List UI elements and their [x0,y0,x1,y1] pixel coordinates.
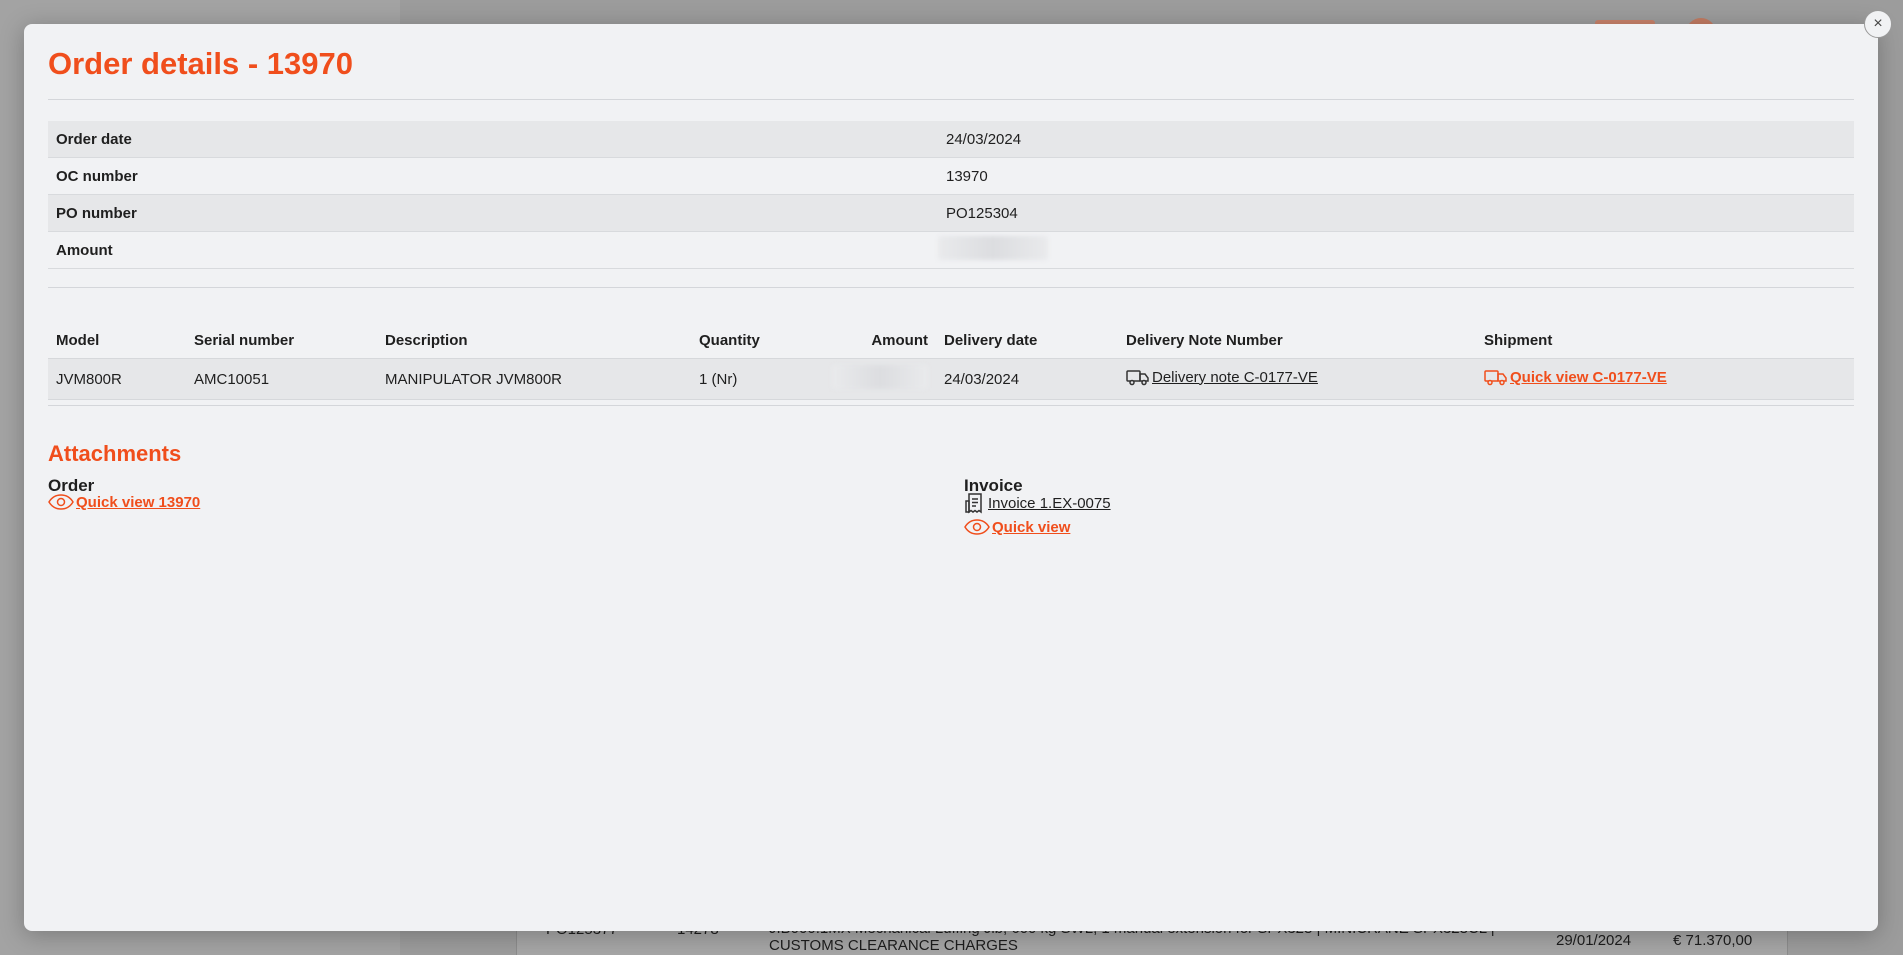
info-label: PO number [56,204,137,222]
info-row-po-number: PO number PO125304 [48,195,1854,232]
cell-model: JVM800R [56,370,122,388]
cell-amount-redacted [791,365,936,393]
cell-delivery-note: Delivery note C-0177-VE [1118,368,1476,390]
info-row-oc-number: OC number 13970 [48,158,1854,195]
eye-icon [964,518,990,536]
order-quick-view-link[interactable]: Quick view 13970 [48,493,200,511]
cell-shipment: Quick view C-0177-VE [1476,368,1854,390]
cell-description: MANIPULATOR JVM800R [385,370,562,388]
close-button[interactable]: × [1864,10,1892,38]
info-row-order-date: Order date 24/03/2024 [48,121,1854,158]
table-row: JVM800R AMC10051 MANIPULATOR JVM800R 1 (… [48,359,1854,400]
truck-icon [1126,368,1150,386]
cell-delivery-date: 24/03/2024 [944,370,1020,388]
background-row-date: 29/01/2024 [1556,932,1632,949]
column-header-delivery-note: Delivery Note Number [1126,331,1283,349]
truck-icon [1484,368,1508,386]
info-value-amount-redacted [938,236,1048,264]
order-info-table: Order date 24/03/2024 OC number 13970 PO… [48,121,1854,269]
divider [48,405,1854,406]
column-header-shipment: Shipment [1484,331,1553,349]
info-value: 24/03/2024 [946,130,1022,148]
order-details-modal: Order details - 13970 Order date 24/03/2… [24,24,1878,931]
delivery-note-label: Delivery note C-0177-VE [1152,368,1318,386]
invoice-link[interactable]: Invoice 1.EX-0075 [964,492,1111,514]
column-header-description: Description [385,331,468,349]
info-label: Amount [56,241,113,259]
invoice-link-label: Invoice 1.EX-0075 [988,494,1111,512]
background-row-amount: € 71.370,00 [1673,932,1753,949]
modal-title: Order details - 13970 [48,46,353,81]
items-header-row: Model Serial number Description Quantity… [48,322,1854,359]
invoice-quick-view-link[interactable]: Quick view [964,518,1070,536]
info-value: 13970 [946,167,988,185]
cell-serial: AMC10051 [194,370,270,388]
info-label: OC number [56,167,138,185]
divider [48,287,1854,288]
receipt-icon [964,492,986,514]
info-row-amount: Amount [48,232,1854,269]
divider [48,99,1854,100]
shipment-link-label: Quick view C-0177-VE [1510,368,1667,386]
cell-quantity: 1 (Nr) [699,370,738,388]
delivery-note-link[interactable]: Delivery note C-0177-VE [1126,368,1318,386]
shipment-quick-view-link[interactable]: Quick view C-0177-VE [1484,368,1667,386]
close-icon: × [1873,15,1883,32]
invoice-quick-view-label: Quick view [992,518,1071,536]
order-items-table: Model Serial number Description Quantity… [48,322,1854,400]
column-header-delivery-date: Delivery date [944,331,1038,349]
info-label: Order date [56,130,132,148]
info-value: PO125304 [946,204,1018,222]
column-header-serial: Serial number [194,331,295,349]
eye-icon [48,493,74,511]
order-quick-view-label: Quick view 13970 [76,493,201,511]
attachments-title: Attachments [48,441,182,466]
column-header-quantity: Quantity [699,331,760,349]
column-header-amount: Amount [871,331,928,349]
column-header-model: Model [56,331,100,349]
